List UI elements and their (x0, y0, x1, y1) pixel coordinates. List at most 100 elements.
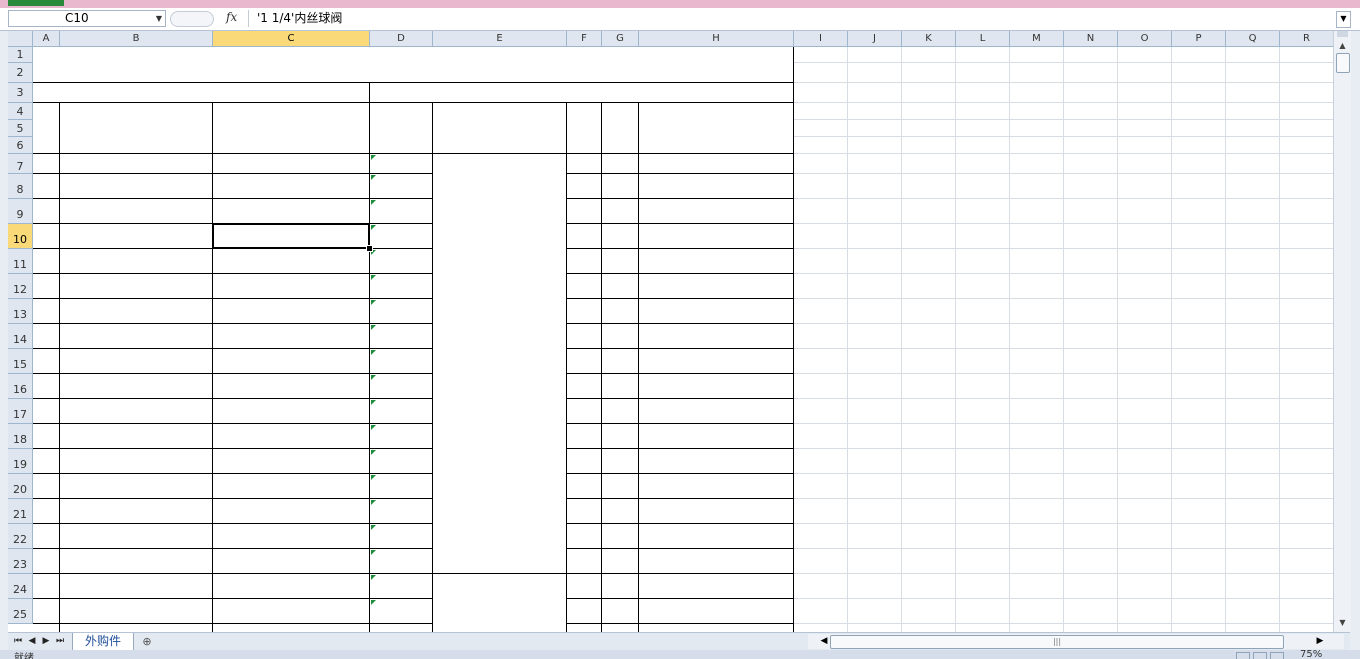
gridline-h (794, 523, 1333, 524)
sheet-tab-waigoujian[interactable]: 外购件 (72, 633, 134, 651)
row-header-8[interactable]: 8 (8, 174, 33, 199)
row-header-13[interactable]: 13 (8, 299, 33, 324)
border-line (33, 448, 433, 449)
row-header-24[interactable]: 24 (8, 574, 33, 599)
select-all-corner[interactable] (8, 31, 33, 47)
page-break-view-icon[interactable] (1270, 652, 1284, 659)
row-header-10[interactable]: 10 (8, 224, 33, 249)
column-header-f[interactable]: F (567, 31, 602, 47)
border-line (33, 623, 433, 624)
row-header-21[interactable]: 21 (8, 499, 33, 524)
chevron-down-icon[interactable]: ▼ (156, 11, 162, 26)
row-header-14[interactable]: 14 (8, 324, 33, 349)
column-header-o[interactable]: O (1118, 31, 1172, 47)
column-header-p[interactable]: P (1172, 31, 1226, 47)
error-indicator-icon (371, 475, 376, 480)
scroll-down-icon[interactable]: ▼ (1334, 616, 1351, 630)
scroll-right-icon[interactable]: ▶ (1314, 634, 1326, 649)
next-sheet-icon[interactable]: ▶ (40, 634, 52, 648)
row-header-1[interactable]: 1 (8, 47, 33, 63)
row-header-20[interactable]: 20 (8, 474, 33, 499)
column-header-m[interactable]: M (1010, 31, 1064, 47)
normal-view-icon[interactable] (1236, 652, 1250, 659)
page-layout-view-icon[interactable] (1253, 652, 1267, 659)
row-header-3[interactable]: 3 (8, 83, 33, 103)
row-header-16[interactable]: 16 (8, 374, 33, 399)
error-indicator-icon (371, 550, 376, 555)
column-header-a[interactable]: A (33, 31, 60, 47)
row-header-7[interactable]: 7 (8, 154, 33, 174)
column-header-e[interactable]: E (433, 31, 567, 47)
row-header-23[interactable]: 23 (8, 549, 33, 574)
formula-input[interactable]: '1 1/4'内丝球阀 (248, 10, 1334, 27)
row-header-22[interactable]: 22 (8, 524, 33, 549)
row-header-11[interactable]: 11 (8, 249, 33, 274)
column-header-d[interactable]: D (370, 31, 433, 47)
border-line (33, 82, 794, 83)
expand-formula-bar-icon[interactable]: ▼ (1336, 11, 1351, 28)
gridline-h (794, 398, 1333, 399)
border-line (33, 598, 433, 599)
horizontal-scrollbar[interactable]: ◀ ||| ▶ (808, 634, 1344, 649)
split-handle[interactable] (1337, 31, 1348, 37)
worksheet-grid[interactable]: A B C D E F G H I J K L M N O P Q R 1 2 3 4 5 6 7 8 9 10 11 12 13 14 15 1… (8, 31, 1333, 632)
row-header-6[interactable]: 6 (8, 137, 33, 154)
status-ready: 就绪 (14, 653, 34, 659)
zoom-level[interactable]: 75% (1300, 650, 1322, 659)
column-header-q[interactable]: Q (1226, 31, 1280, 47)
name-box-value: C10 (65, 11, 89, 25)
gridline-h (794, 136, 1333, 137)
error-indicator-icon (371, 200, 376, 205)
gridline-h (794, 323, 1333, 324)
border-line (33, 323, 433, 324)
row-header-15[interactable]: 15 (8, 349, 33, 374)
prev-sheet-icon[interactable]: ◀ (26, 634, 38, 648)
error-indicator-icon (371, 175, 376, 180)
row-header-9[interactable]: 9 (8, 199, 33, 224)
column-header-b[interactable]: B (60, 31, 213, 47)
first-sheet-icon[interactable]: ⏮ (12, 634, 24, 648)
fx-icon[interactable]: fx (226, 10, 237, 24)
last-sheet-icon[interactable]: ⏭ (54, 634, 66, 648)
error-indicator-icon (371, 425, 376, 430)
row-header-12[interactable]: 12 (8, 274, 33, 299)
row-header-17[interactable]: 17 (8, 399, 33, 424)
border-line (33, 473, 433, 474)
column-header-j[interactable]: J (848, 31, 902, 47)
row-header-2[interactable]: 2 (8, 63, 33, 83)
row-header-4[interactable]: 4 (8, 103, 33, 120)
column-header-i[interactable]: I (794, 31, 848, 47)
column-header-h[interactable]: H (639, 31, 794, 47)
row-header-18[interactable]: 18 (8, 424, 33, 449)
gridline-v (1117, 47, 1118, 632)
gridline-v (1171, 47, 1172, 632)
name-box[interactable]: C10 ▼ (8, 10, 166, 27)
column-header-c[interactable]: C (213, 31, 370, 47)
row-header-5[interactable]: 5 (8, 120, 33, 137)
horizontal-scroll-thumb[interactable]: ||| (830, 635, 1284, 649)
gridline-h (794, 548, 1333, 549)
column-header-n[interactable]: N (1064, 31, 1118, 47)
gridline-h (794, 373, 1333, 374)
gridline-h (794, 448, 1333, 449)
border-line (793, 47, 794, 632)
vertical-scrollbar[interactable]: ▲ ▼ (1333, 31, 1351, 632)
gridline-h (794, 473, 1333, 474)
insert-sheet-icon[interactable]: ⊕ (136, 634, 158, 649)
column-header-k[interactable]: K (902, 31, 956, 47)
row-header-25[interactable]: 25 (8, 599, 33, 624)
scroll-up-icon[interactable]: ▲ (1334, 39, 1351, 53)
gridline-h (794, 102, 1333, 103)
column-header-r[interactable]: R (1280, 31, 1333, 47)
vertical-scroll-thumb[interactable] (1336, 53, 1350, 73)
column-header-l[interactable]: L (956, 31, 1010, 47)
column-header-g[interactable]: G (602, 31, 639, 47)
border-line (638, 103, 639, 632)
gridline-v (901, 47, 902, 632)
border-line (33, 198, 433, 199)
fill-handle[interactable] (366, 245, 373, 252)
border-line (33, 348, 433, 349)
active-cell-c10[interactable] (212, 223, 370, 249)
scroll-left-icon[interactable]: ◀ (818, 634, 830, 649)
row-header-19[interactable]: 19 (8, 449, 33, 474)
